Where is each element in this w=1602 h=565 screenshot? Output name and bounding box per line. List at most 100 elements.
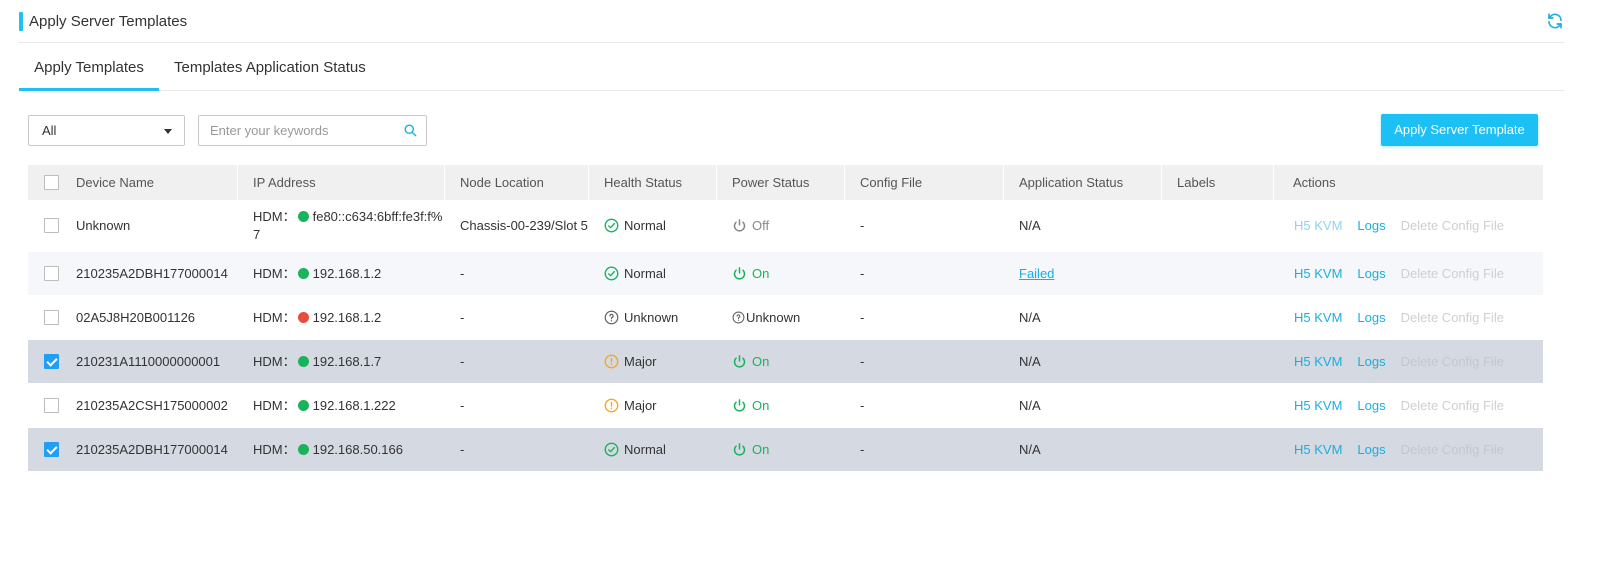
- power-status-cell: On: [732, 428, 769, 471]
- filter-dropdown[interactable]: All: [28, 115, 185, 146]
- h5-kvm-link[interactable]: H5 KVM: [1294, 266, 1342, 281]
- table-row[interactable]: 210235A2DBH177000014 HDM： 192.168.50.166 - N…: [28, 428, 1543, 472]
- table-row[interactable]: 210235A2DBH177000014 HDM： 192.168.1.2 - Norm…: [28, 252, 1543, 296]
- ip-address-cell: HDM： 192.168.1.222: [253, 384, 443, 427]
- ip-address-text-cont: 7: [253, 226, 261, 242]
- col-application-status[interactable]: Application Status: [1019, 165, 1123, 200]
- application-status-cell: N/A: [1019, 200, 1041, 251]
- device-name: 02A5J8H20B001126: [76, 310, 196, 325]
- ip-address-text: fe80::c634:6bff:fe3f:f%: [312, 208, 443, 224]
- logs-link[interactable]: Logs: [1357, 354, 1385, 369]
- health-status-cell: Normal: [604, 428, 666, 471]
- tab-apply-templates[interactable]: Apply Templates: [19, 50, 159, 91]
- row-checkbox[interactable]: [44, 310, 59, 325]
- tab-bar: Apply Templates Templates Application St…: [19, 50, 1564, 91]
- actions-cell: H5 KVM Logs Delete Config File: [1294, 340, 1519, 383]
- power-icon: [732, 398, 747, 413]
- power-icon: [732, 442, 747, 457]
- row-checkbox[interactable]: [44, 442, 59, 457]
- row-select-cell: [44, 200, 59, 251]
- table-row[interactable]: 02A5J8H20B001126 HDM： 192.168.1.2 - Unknown U…: [28, 296, 1543, 340]
- health-status-text: Major: [624, 354, 657, 369]
- col-power-status[interactable]: Power Status: [732, 165, 809, 200]
- h5-kvm-link[interactable]: H5 KVM: [1294, 354, 1342, 369]
- application-status-text: N/A: [1019, 310, 1041, 325]
- search-box: [198, 115, 427, 146]
- select-all-checkbox[interactable]: [44, 175, 59, 190]
- question-circle-icon: [604, 310, 619, 325]
- h5-kvm-link[interactable]: H5 KVM: [1294, 398, 1342, 413]
- select-all-cell: [44, 165, 59, 200]
- ip-address-text: 192.168.50.166: [312, 441, 403, 457]
- delete-config-file-link[interactable]: Delete Config File: [1401, 398, 1504, 413]
- col-node-location[interactable]: Node Location: [460, 165, 544, 200]
- logs-link[interactable]: Logs: [1357, 266, 1385, 281]
- logs-link[interactable]: Logs: [1357, 442, 1385, 457]
- application-status-cell: N/A: [1019, 428, 1041, 471]
- ip-address-cell: HDM： 192.168.1.7: [253, 340, 443, 383]
- row-checkbox[interactable]: [44, 398, 59, 413]
- h5-kvm-link[interactable]: H5 KVM: [1294, 218, 1342, 233]
- filter-selected-value: All: [42, 123, 57, 138]
- health-status-cell: Unknown: [604, 296, 678, 339]
- logs-link[interactable]: Logs: [1357, 218, 1385, 233]
- delete-config-file-link[interactable]: Delete Config File: [1401, 218, 1504, 233]
- node-location: Chassis-00-239/Slot 5: [460, 218, 588, 233]
- health-status-text: Normal: [624, 266, 666, 281]
- row-checkbox[interactable]: [44, 266, 59, 281]
- row-select-cell: [44, 340, 59, 383]
- config-file: -: [860, 398, 865, 413]
- ip-prefix: HDM：: [253, 441, 296, 457]
- ip-prefix: HDM：: [253, 208, 296, 224]
- application-status-cell: N/A: [1019, 296, 1041, 339]
- h5-kvm-link[interactable]: H5 KVM: [1294, 442, 1342, 457]
- table-row[interactable]: 210235A2CSH175000002 HDM： 192.168.1.222 - Ma…: [28, 384, 1543, 428]
- column-divider: [444, 165, 445, 200]
- ip-address-text: 192.168.1.222: [312, 397, 396, 413]
- col-config-file[interactable]: Config File: [860, 165, 922, 200]
- refresh-icon[interactable]: [1546, 12, 1564, 30]
- col-device-name[interactable]: Device Name: [76, 165, 154, 200]
- connection-status-dot: [297, 444, 309, 455]
- page-title: Apply Server Templates: [29, 13, 188, 30]
- check-circle-icon: [604, 218, 619, 233]
- col-labels[interactable]: Labels: [1177, 165, 1215, 200]
- application-status-text: N/A: [1019, 354, 1041, 369]
- column-divider: [1003, 165, 1004, 200]
- application-status-link[interactable]: Failed: [1019, 266, 1054, 281]
- search-icon[interactable]: [403, 123, 418, 138]
- row-checkbox[interactable]: [44, 354, 59, 369]
- health-status-text: Major: [624, 398, 657, 413]
- table-body: Unknown HDM： fe80::c634:6bff:fe3f:f% 7 Chass…: [28, 200, 1543, 472]
- power-status-cell: Unknown: [732, 296, 800, 339]
- ip-address-text: 192.168.1.2: [312, 265, 382, 281]
- table-row[interactable]: 210231A1110000000001 HDM： 192.168.1.7 - Majo…: [28, 340, 1543, 384]
- power-status-text: Unknown: [746, 310, 801, 325]
- config-file: -: [860, 354, 865, 369]
- h5-kvm-link[interactable]: H5 KVM: [1294, 310, 1342, 325]
- node-location: -: [460, 310, 465, 325]
- logs-link[interactable]: Logs: [1357, 398, 1385, 413]
- ip-prefix: HDM：: [253, 309, 296, 325]
- delete-config-file-link[interactable]: Delete Config File: [1401, 354, 1504, 369]
- delete-config-file-link[interactable]: Delete Config File: [1401, 442, 1504, 457]
- col-health-status[interactable]: Health Status: [604, 165, 682, 200]
- power-status-text: On: [752, 442, 770, 457]
- search-input[interactable]: [199, 116, 394, 145]
- apply-server-template-button[interactable]: Apply Server Template: [1381, 114, 1538, 146]
- delete-config-file-link[interactable]: Delete Config File: [1401, 266, 1504, 281]
- col-ip-address[interactable]: IP Address: [253, 165, 316, 200]
- tab-templates-application-status[interactable]: Templates Application Status: [174, 50, 366, 91]
- row-select-cell: [44, 252, 59, 295]
- devices-table: Device Name IP Address Node Location Hea…: [28, 165, 1543, 472]
- row-checkbox[interactable]: [44, 218, 59, 233]
- actions-cell: H5 KVM Logs Delete Config File: [1294, 384, 1519, 427]
- power-status-cell: On: [732, 340, 769, 383]
- device-name: 210235A2DBH177000014: [76, 266, 228, 281]
- column-divider: [1161, 165, 1162, 200]
- table-row[interactable]: Unknown HDM： fe80::c634:6bff:fe3f:f% 7 Chass…: [28, 200, 1543, 252]
- logs-link[interactable]: Logs: [1357, 310, 1385, 325]
- page-header: Apply Server Templates: [19, 10, 1564, 43]
- delete-config-file-link[interactable]: Delete Config File: [1401, 310, 1504, 325]
- ip-address-cell: HDM： 192.168.1.2: [253, 296, 443, 339]
